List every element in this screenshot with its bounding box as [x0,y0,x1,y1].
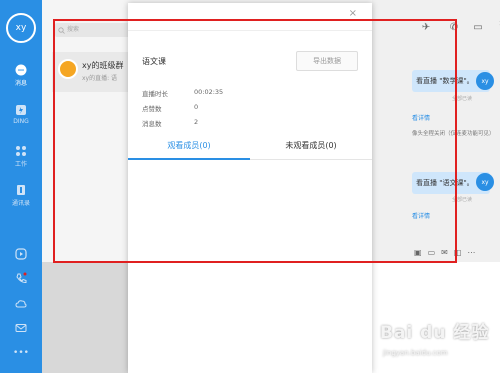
folder-icon[interactable]: ▭ [428,248,436,257]
mail-icon[interactable] [0,322,42,334]
chat-preview: xy的直播: 语 [82,75,118,82]
chat-name: xy的班级群 [82,61,124,70]
stat-row: 直播时长 00:02:35 [142,88,223,98]
detail-link[interactable]: 看详情 [412,113,430,122]
member-tabs: 观看成员(0) 未观看成员(0) [128,136,372,160]
screen: xy 消息 DING 工作 通讯录 ••• 搜索 xy的班级群 xy的直播: 语… [0,0,500,373]
tab-watched-members[interactable]: 观看成员(0) [128,140,250,151]
divider [128,30,372,31]
tab-unwatched-members[interactable]: 未观看成员(0) [250,140,372,151]
course-title: 语文课 [142,57,166,66]
ding-icon [15,104,27,116]
folder-icon[interactable]: ▭ [472,22,484,34]
search-input[interactable]: 搜索 [55,23,135,37]
sidebar-item-label: 通讯录 [11,200,30,207]
sidebar-item-ding[interactable]: DING [0,104,42,125]
window-close-icon[interactable]: ✕ [496,18,500,30]
stat-value: 2 [194,118,199,126]
sidebar-item-work[interactable]: 工作 [0,145,42,168]
stat-label: 消息数 [142,120,162,128]
close-icon[interactable]: × [349,8,357,19]
sidebar-item-label: DING [13,118,29,125]
stat-row: 点赞数 0 [142,103,198,113]
read-status: 全部已读 [452,197,473,203]
more-icon[interactable]: ⋯ [467,248,475,257]
composer-toolbar: ▣ ▭ ✉ ◫ ⋯ [414,242,500,262]
pin-icon[interactable]: ✈ [420,22,432,34]
group-avatar [58,59,78,79]
more-icon[interactable]: ••• [0,347,42,359]
contacts-icon [15,184,27,196]
system-message: 像头全程关闭（仅连麦功能可见） [412,131,495,137]
avatar: xy [476,72,494,90]
watermark-url: jingyan.baidu.com [383,349,448,357]
read-status: 全部已读 [452,96,473,102]
phone-call-icon[interactable]: ✆ [448,22,460,34]
sidebar-item-label: 消息 [14,80,27,87]
export-data-button[interactable]: 导出数据 [296,51,358,71]
screenshot-icon[interactable]: ◫ [454,248,462,257]
cloud-icon[interactable] [0,298,42,310]
active-tab-indicator [128,158,250,160]
stat-label: 点赞数 [142,105,162,113]
avatar[interactable]: xy [6,13,36,43]
phone-icon[interactable] [0,272,42,284]
avatar: xy [476,173,494,191]
live-play-icon[interactable] [0,248,42,260]
stat-value: 00:02:35 [194,88,224,96]
live-icon[interactable]: ▣ [414,248,422,257]
mail-icon[interactable]: ✉ [441,248,448,257]
stat-label: 直播时长 [142,90,168,98]
sidebar-item-contacts[interactable]: 通讯录 [0,184,42,207]
left-pane-footer [42,262,128,373]
sidebar-item-messages[interactable]: 消息 [0,64,42,87]
left-sidebar: xy 消息 DING 工作 通讯录 ••• [0,0,42,373]
grid-icon [15,145,27,157]
stat-value: 0 [194,103,199,111]
stat-row: 消息数 2 [142,118,198,128]
sidebar-item-label: 工作 [14,161,27,168]
baidu-watermark: Bai du 经验 [380,323,490,343]
search-icon [58,26,65,40]
chat-bubble-icon [15,64,27,76]
search-placeholder: 搜索 [67,26,80,33]
live-stats-dialog: × 语文课 导出数据 直播时长 00:02:35 点赞数 0 消息数 2 观看成… [128,3,372,373]
detail-link[interactable]: 看详情 [412,211,430,220]
